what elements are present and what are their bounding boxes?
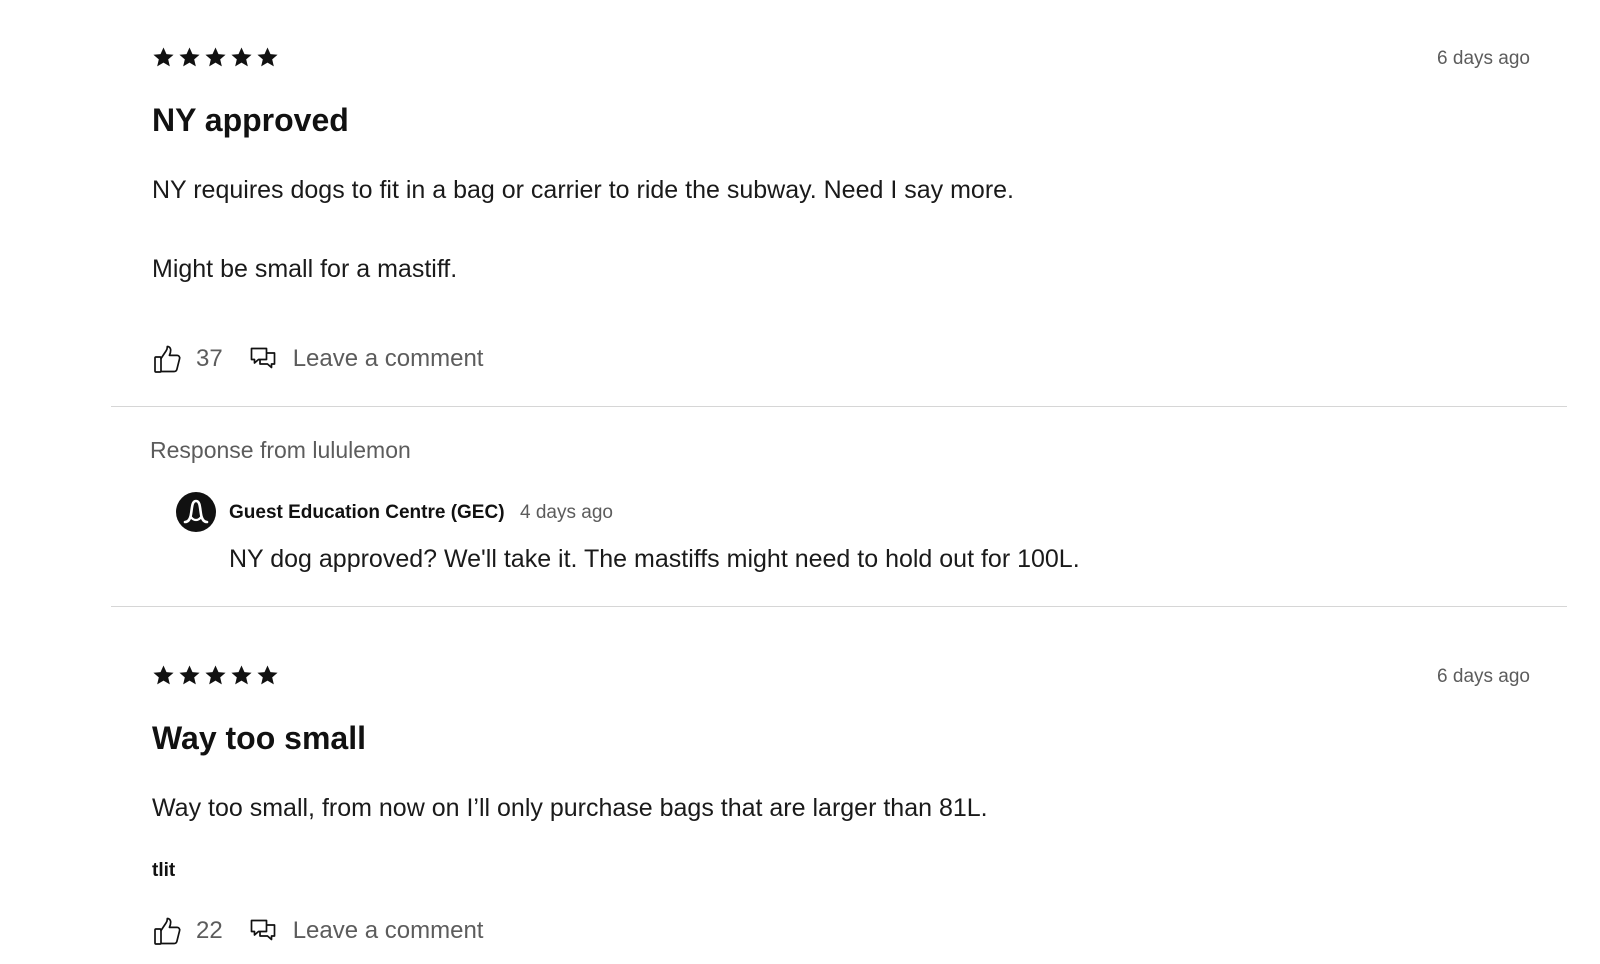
review-text: Might be small for a mastiff. [152,255,458,283]
star-icon [205,47,226,67]
star-icon [231,47,252,67]
like-count: 22 [196,917,223,944]
divider [111,606,1567,607]
review-text: Way too small, from now on I’ll only pur… [152,794,988,822]
star-rating [152,664,279,687]
review-card: 6 days ago NY approved NY requires dogs … [152,0,1530,400]
review-title: Way too small [152,720,366,756]
reviews-page: 6 days ago NY approved NY requires dogs … [0,0,1600,964]
thumbs-up-icon [154,345,181,373]
star-icon [205,665,226,685]
like-count: 37 [196,345,223,372]
thumbs-up-icon [154,917,181,945]
star-icon [179,47,200,67]
divider [111,406,1567,407]
star-icon [179,665,200,685]
review-actions: 37 Leave a comment [152,341,483,377]
lululemon-logo-icon [176,492,216,532]
review-date: 6 days ago [1437,48,1530,69]
leave-comment-button[interactable]: Leave a comment [249,345,484,373]
review-card: 6 days ago Way too small Way too small, … [152,617,1530,964]
review-date: 6 days ago [1437,666,1530,687]
responder-name: Guest Education Centre (GEC) [229,502,505,523]
star-icon [231,665,252,685]
response-header: Response from lululemon [150,437,411,463]
review-text: NY requires dogs to fit in a bag or carr… [152,176,1014,204]
comment-bubbles-icon [250,919,276,941]
like-button[interactable]: 37 [152,343,223,375]
leave-comment-label: Leave a comment [292,345,484,372]
star-icon [257,665,278,685]
response-date: 4 days ago [520,502,613,523]
leave-comment-button[interactable]: Leave a comment [249,917,484,945]
like-button[interactable]: 22 [152,915,223,947]
star-icon [153,47,174,67]
star-icon [257,47,278,67]
star-icon [153,665,174,685]
leave-comment-label: Leave a comment [292,917,484,944]
review-title: NY approved [152,102,349,138]
review-actions: 22 Leave a comment [152,913,483,949]
response-text: NY dog approved? We'll take it. The mast… [229,545,1080,573]
comment-bubbles-icon [250,347,276,369]
review-author: tlit [152,860,176,881]
star-rating [152,46,279,69]
